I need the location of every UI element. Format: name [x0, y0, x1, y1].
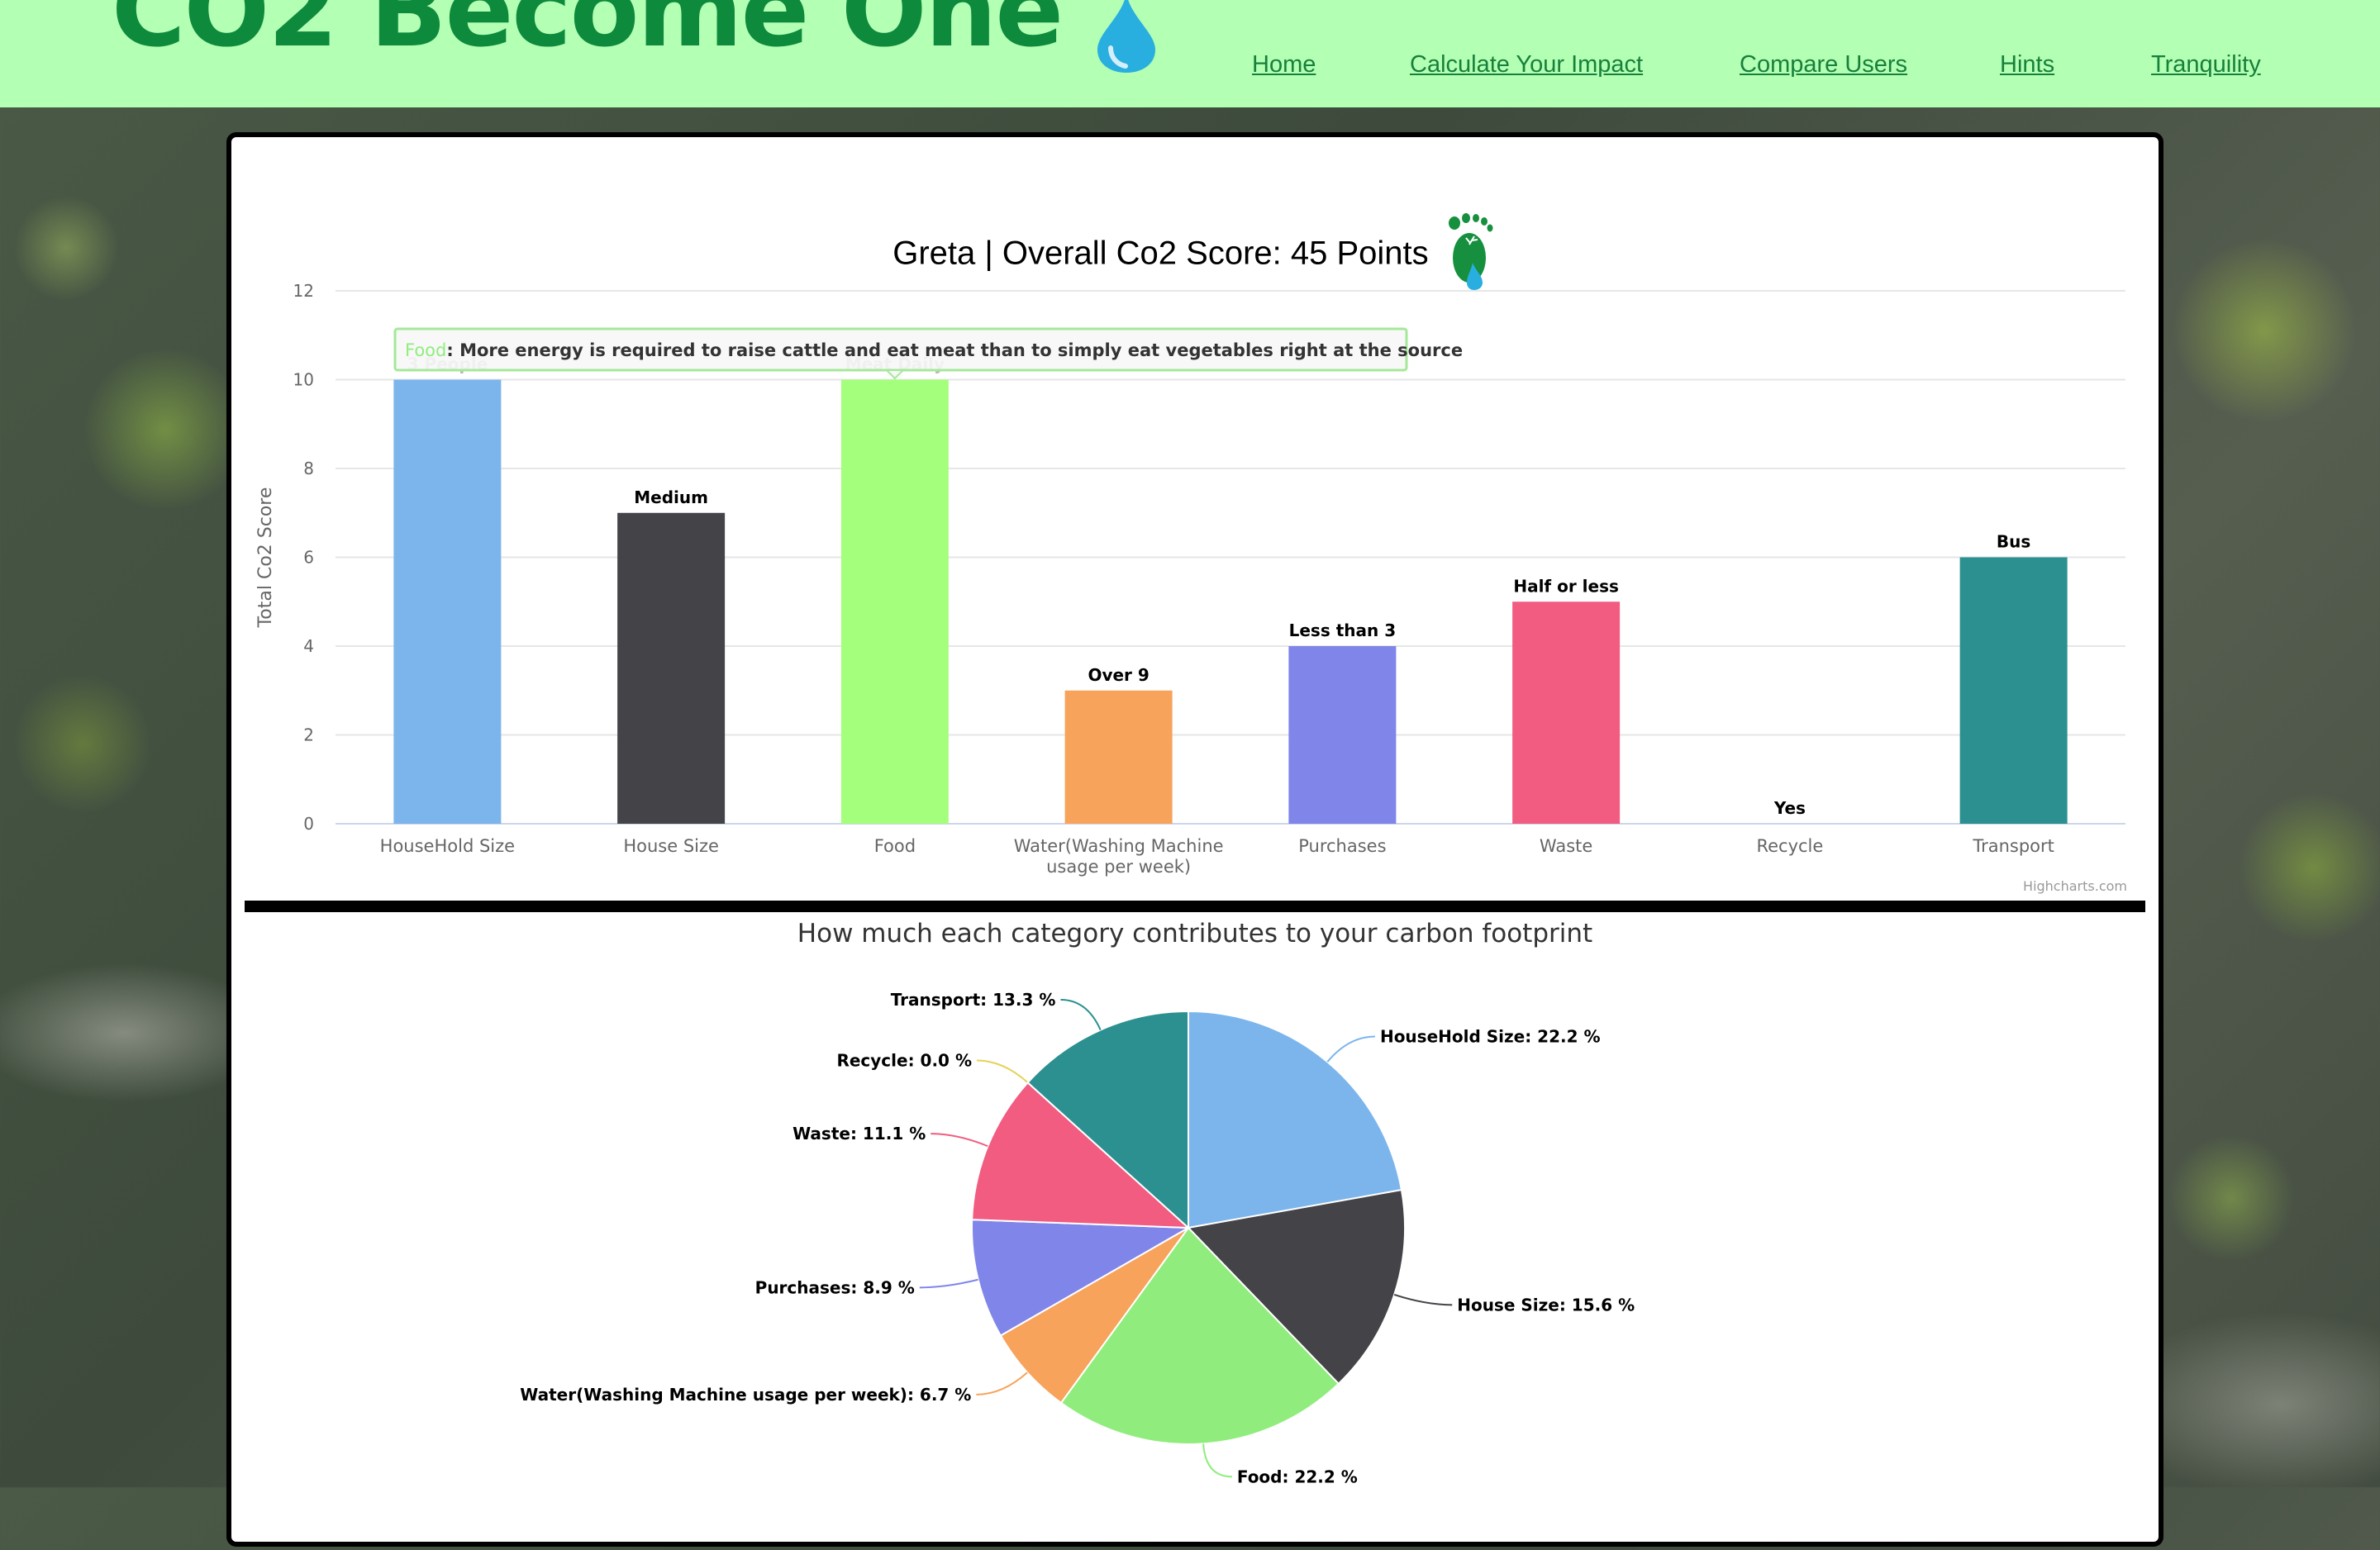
pie-label: Water(Washing Machine usage per week): 6… — [520, 1385, 971, 1405]
data-label: Medium — [634, 487, 708, 507]
pie-connector — [976, 1372, 1028, 1395]
pie-connector — [1326, 1035, 1375, 1063]
pie-label: Recycle: 0.0 % — [836, 1050, 972, 1070]
y-tick-label: 10 — [293, 370, 314, 390]
site-logo-text[interactable]: CO2 Become One — [112, 0, 1064, 69]
y-tick-label: 6 — [303, 548, 314, 568]
bar-chart: 024681012Total Co2 ScoreHouseHold Size3 … — [255, 281, 2127, 894]
data-label: Over 9 — [1088, 665, 1149, 685]
x-tick-label: HouseHold Size — [380, 836, 515, 856]
pie-label: HouseHold Size: 22.2 % — [1380, 1027, 1601, 1047]
y-axis-title: Total Co2 Score — [255, 487, 276, 629]
chart-divider — [245, 901, 2145, 912]
pie-label: Food: 22.2 % — [1237, 1467, 1358, 1486]
x-tick-label: Transport — [1972, 836, 2054, 856]
bar-2 — [840, 379, 949, 824]
nav-home[interactable]: Home — [1252, 51, 1316, 78]
nav-calculate-impact[interactable]: Calculate Your Impact — [1410, 51, 1643, 78]
y-tick-label: 0 — [303, 814, 314, 834]
pie-chart: HouseHold Size: 22.2 % House Size: 15.6 %… — [520, 990, 1635, 1486]
site-header: CO2 Become One Home Calculate Your Impac… — [0, 0, 2380, 107]
bar-3 — [1064, 690, 1173, 824]
y-tick-label: 2 — [303, 725, 314, 745]
highcharts-credit: Highcharts.com — [2023, 878, 2127, 894]
x-tick-label: usage per week) — [1046, 857, 1191, 877]
tooltip-category: Food — [405, 340, 446, 360]
tooltip-pointer — [884, 369, 906, 380]
bar-4 — [1288, 646, 1397, 824]
x-tick-label: Water(Washing Machine — [1014, 836, 1224, 856]
chart-tooltip: Food: More energy is required to raise c… — [393, 327, 1463, 380]
pie-connector — [1060, 998, 1102, 1030]
bar-1 — [617, 512, 726, 824]
pie-connector — [976, 1059, 1029, 1084]
y-tick-label: 8 — [303, 459, 314, 478]
y-tick-label: 12 — [293, 281, 314, 301]
bar-5 — [1512, 601, 1621, 824]
nav-compare-users[interactable]: Compare Users — [1740, 51, 1907, 78]
data-label: Less than 3 — [1289, 620, 1397, 640]
bar-0 — [393, 379, 502, 824]
pie-label: Waste: 11.1 % — [793, 1124, 926, 1143]
nav-hints[interactable]: Hints — [2000, 51, 2054, 78]
pie-connector — [931, 1133, 988, 1148]
data-label: Half or less — [1513, 576, 1619, 596]
nav-tranquility[interactable]: Tranquility — [2151, 51, 2261, 78]
pie-label: House Size: 15.6 % — [1457, 1295, 1635, 1315]
data-label: Yes — [1773, 798, 1806, 818]
pie-connector — [1393, 1294, 1453, 1306]
x-tick-label: Waste — [1540, 836, 1592, 856]
x-tick-label: Purchases — [1298, 836, 1386, 856]
tooltip-text: Food: More energy is required to raise c… — [405, 340, 1463, 360]
x-tick-label: Food — [874, 836, 916, 856]
pie-label: Purchases: 8.9 % — [755, 1277, 915, 1297]
pie-connector — [1202, 1443, 1232, 1478]
water-drop-icon — [1097, 0, 1155, 73]
y-tick-label: 4 — [303, 636, 314, 656]
x-tick-label: House Size — [623, 836, 719, 856]
tooltip-body: : More energy is required to raise cattl… — [446, 340, 1463, 360]
x-tick-label: Recycle — [1756, 836, 1823, 856]
pie-connector — [919, 1278, 978, 1289]
data-label: Bus — [1997, 532, 2030, 552]
pie-label: Transport: 13.3 % — [891, 990, 1056, 1010]
pie-chart-title: How much each category contributes to yo… — [797, 919, 1593, 949]
bar-7 — [1959, 557, 2068, 824]
results-panel: Greta | Overall Co2 Score: 45 Points 024… — [226, 132, 2163, 1547]
